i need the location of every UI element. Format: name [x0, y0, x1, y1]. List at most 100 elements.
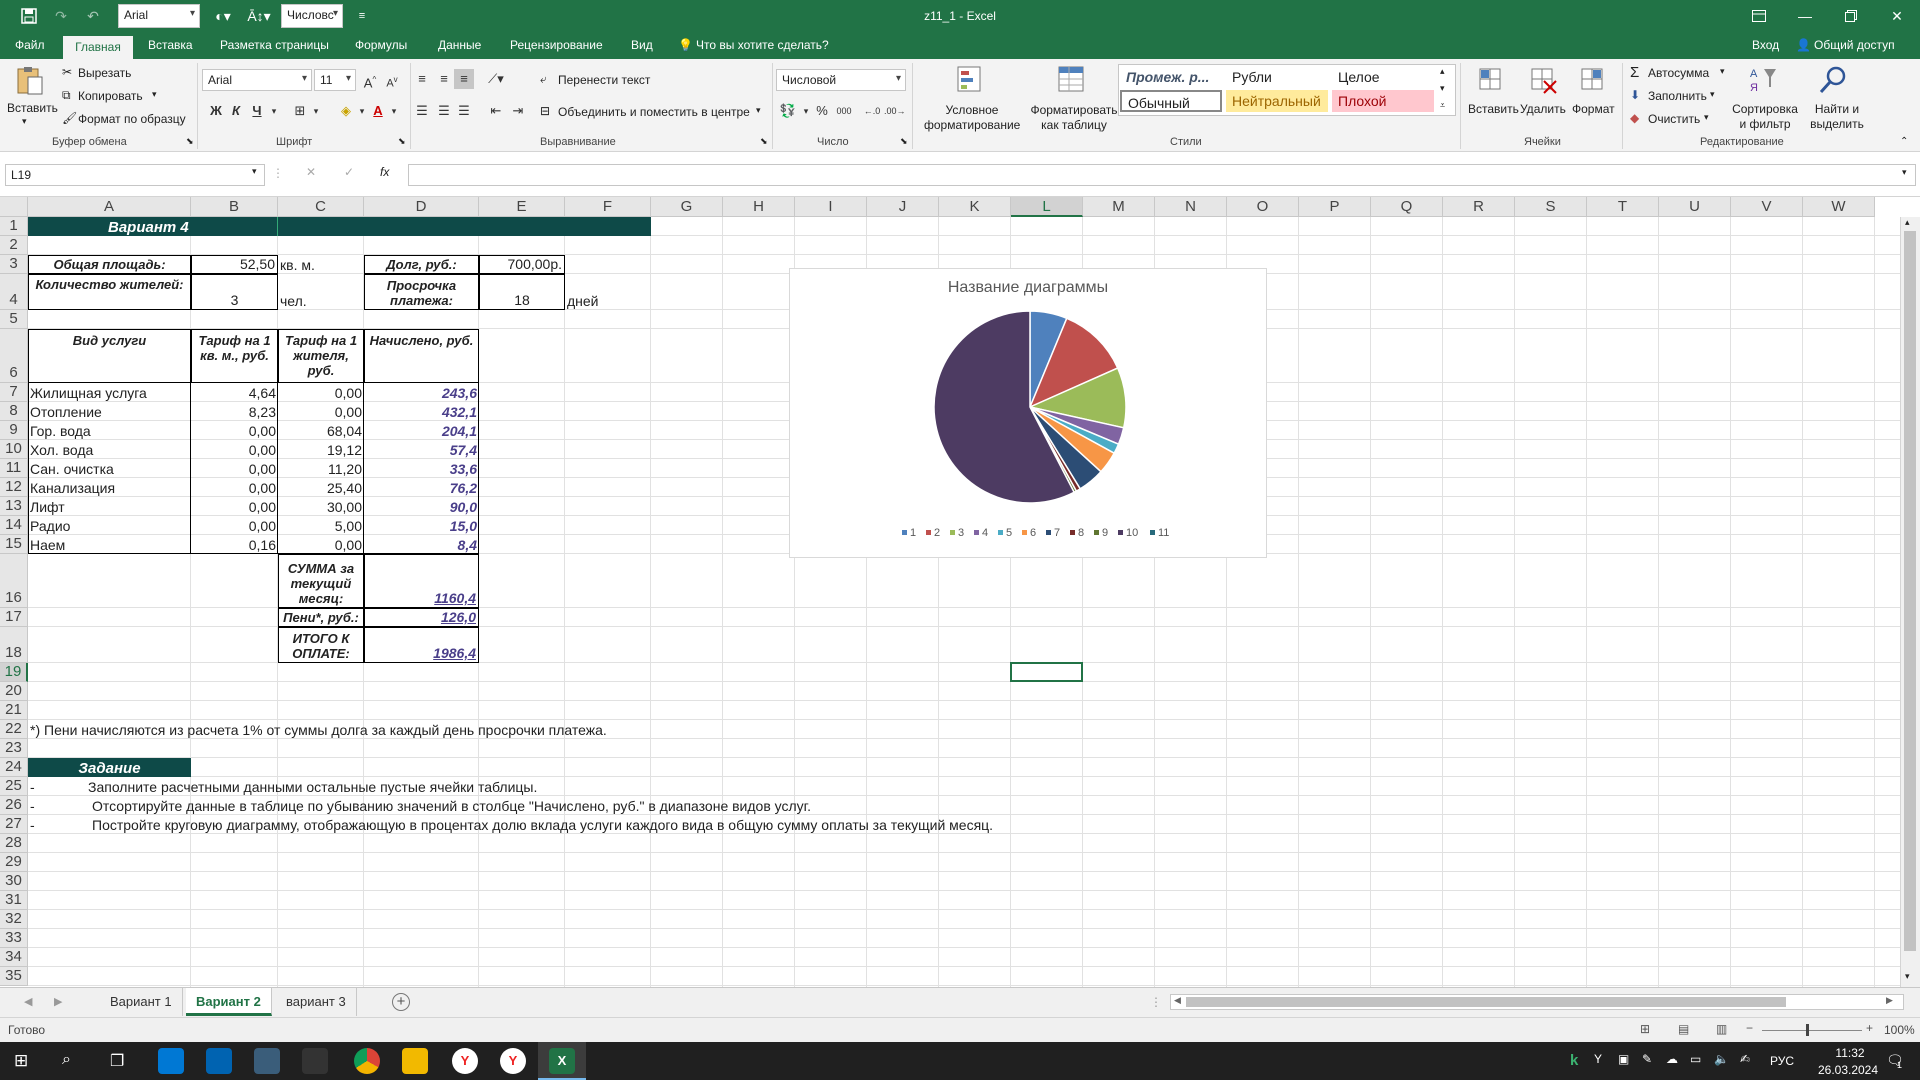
merge-dropdown-icon[interactable]: ▾	[756, 105, 761, 116]
row-header-18[interactable]: 18	[0, 627, 28, 663]
excel-icon[interactable]: X	[549, 1048, 575, 1074]
column-header-A[interactable]: A	[28, 197, 191, 217]
debt-value-cell[interactable]: 700,00р.	[479, 255, 565, 274]
area-label-cell[interactable]: Общая площадь:	[28, 255, 191, 274]
app-icon[interactable]	[254, 1048, 280, 1074]
style-prom-cell[interactable]: Промеж. р...	[1120, 66, 1222, 88]
font-name-select[interactable]: Arial	[202, 69, 312, 91]
task-view-icon[interactable]: ❐	[110, 1051, 124, 1071]
scroll-down-icon[interactable]: ▾	[1905, 971, 1910, 982]
row-header-16[interactable]: 16	[0, 554, 28, 608]
row-header-15[interactable]: 15	[0, 535, 28, 554]
style-integer-cell[interactable]: Целое	[1332, 66, 1434, 88]
service-name-cell[interactable]: Жилищная услуга	[28, 383, 191, 402]
task-title-cell[interactable]: Задание	[28, 758, 191, 777]
legend-label-1[interactable]: 1	[910, 527, 916, 539]
copy-icon[interactable]: ⧉	[62, 88, 71, 103]
charged-cell[interactable]: 15,0	[364, 516, 479, 535]
task-text-cell[interactable]: Заполните расчетными данными остальные п…	[86, 777, 539, 796]
residents-label-cell[interactable]: Количество жителей:	[28, 274, 191, 310]
align-center-icon[interactable]: ☰	[434, 101, 454, 121]
style-normal-cell[interactable]: Обычный	[1120, 90, 1222, 112]
total-label-cell[interactable]: ИТОГО К ОПЛАТЕ:	[278, 627, 364, 663]
column-header-N[interactable]: N	[1155, 197, 1227, 217]
column-header-Q[interactable]: Q	[1371, 197, 1443, 217]
row-header-2[interactable]: 2	[0, 236, 28, 255]
column-header-K[interactable]: K	[939, 197, 1011, 217]
legend-label-5[interactable]: 5	[1006, 527, 1012, 539]
borders-dropdown-icon[interactable]: ▾	[306, 101, 326, 121]
font-launcher-icon[interactable]: ⬊	[398, 136, 406, 147]
windows-start-icon[interactable]: ⊞	[14, 1051, 28, 1071]
legend-label-4[interactable]: 4	[982, 527, 988, 539]
font-color-dropdown-icon[interactable]: ▾	[384, 101, 404, 121]
cancel-icon[interactable]: ✕	[306, 165, 316, 179]
tariff-area-cell[interactable]: 0,00	[191, 516, 278, 535]
penalty-label-cell[interactable]: Пени*, руб.:	[278, 608, 364, 627]
column-header-J[interactable]: J	[867, 197, 939, 217]
row-header-17[interactable]: 17	[0, 608, 28, 627]
decrease-indent-icon[interactable]: ⇤	[486, 101, 506, 121]
overdue-label-cell[interactable]: Просрочка платежа:	[364, 274, 479, 310]
minimize-icon[interactable]: —	[1782, 0, 1828, 32]
header-cell-B[interactable]: Тариф на 1 кв. м., руб.	[191, 329, 278, 383]
column-header-U[interactable]: U	[1659, 197, 1731, 217]
zoom-in-icon[interactable]: +	[1866, 1021, 1873, 1035]
alignment-launcher-icon[interactable]: ⬊	[760, 136, 768, 147]
legend-label-11[interactable]: 11	[1158, 527, 1169, 539]
autosum-dropdown-icon[interactable]: ▾	[1720, 66, 1725, 77]
overdue-unit-cell[interactable]: дней	[565, 274, 651, 310]
yandex-icon[interactable]: Y	[452, 1048, 478, 1074]
column-header-E[interactable]: E	[479, 197, 565, 217]
zoom-level[interactable]: 100%	[1884, 1023, 1915, 1037]
mail-icon[interactable]	[206, 1048, 232, 1074]
footnote-cell[interactable]: *) Пени начисляются из расчета 1% от сум…	[28, 720, 607, 739]
legend-label-3[interactable]: 3	[958, 527, 964, 539]
shrink-font-icon[interactable]: Av	[382, 70, 402, 90]
row-header-19[interactable]: 19	[0, 663, 28, 682]
tray-cloud-icon[interactable]: ☁	[1666, 1052, 1678, 1066]
grow-font-icon[interactable]: A^	[360, 70, 380, 90]
service-name-cell[interactable]: Гор. вода	[28, 421, 191, 440]
enter-icon[interactable]: ✓	[344, 165, 354, 179]
qa-sort-icon[interactable]: Ā↕▾	[244, 0, 274, 32]
tariff-area-cell[interactable]: 4,64	[191, 383, 278, 402]
service-name-cell[interactable]: Хол. вода	[28, 440, 191, 459]
chrome-icon[interactable]	[354, 1048, 380, 1074]
qa-font-select[interactable]: Arial	[118, 4, 200, 28]
pie-chart[interactable]: Название диаграммы 1 2 3 4 5 6 7 8 9 10 11	[789, 268, 1267, 558]
row-header-6[interactable]: 6	[0, 329, 28, 383]
fill-dropdown-icon[interactable]: ▾	[1710, 89, 1715, 100]
service-name-cell[interactable]: Канализация	[28, 478, 191, 497]
zoom-out-icon[interactable]: −	[1746, 1021, 1753, 1035]
horizontal-scroll-thumb[interactable]	[1186, 997, 1786, 1007]
paste-dropdown-icon[interactable]: ▾	[22, 116, 27, 127]
copy-dropdown-icon[interactable]: ▾	[152, 89, 157, 100]
total-value-cell[interactable]: 1986,4	[364, 627, 479, 663]
tariff-resident-cell[interactable]: 30,00	[278, 497, 364, 516]
charged-cell[interactable]: 432,1	[364, 402, 479, 421]
paste-button[interactable]: Вставить	[7, 101, 58, 115]
sheet-tab-variant-1[interactable]: Вариант 1	[100, 988, 183, 1016]
row-header-27[interactable]: 27	[0, 815, 28, 834]
currency-icon[interactable]: 💱	[778, 101, 798, 121]
decrease-decimal-icon[interactable]: .00→	[884, 101, 906, 121]
undo-icon[interactable]: ↶	[80, 0, 106, 32]
tab-home[interactable]: Главная	[63, 36, 133, 59]
format-as-table-button[interactable]: Форматировать как таблицу	[1026, 103, 1122, 133]
column-header-I[interactable]: I	[795, 197, 867, 217]
find-select-icon[interactable]	[1818, 65, 1850, 95]
residents-unit-cell[interactable]: чел.	[278, 274, 364, 310]
align-middle-icon[interactable]: ≡	[434, 69, 454, 89]
row-header-25[interactable]: 25	[0, 777, 28, 796]
column-header-C[interactable]: C	[278, 197, 364, 217]
zoom-slider[interactable]	[1762, 1030, 1862, 1031]
row-header-32[interactable]: 32	[0, 910, 28, 929]
styles-scroll-down-icon[interactable]: ▾	[1440, 83, 1445, 94]
column-header-V[interactable]: V	[1731, 197, 1803, 217]
service-name-cell[interactable]: Наем	[28, 535, 191, 554]
row-header-20[interactable]: 20	[0, 682, 28, 701]
service-name-cell[interactable]: Радио	[28, 516, 191, 535]
charged-cell[interactable]: 8,4	[364, 535, 479, 554]
orientation-icon[interactable]: ⟋▾	[486, 69, 506, 89]
